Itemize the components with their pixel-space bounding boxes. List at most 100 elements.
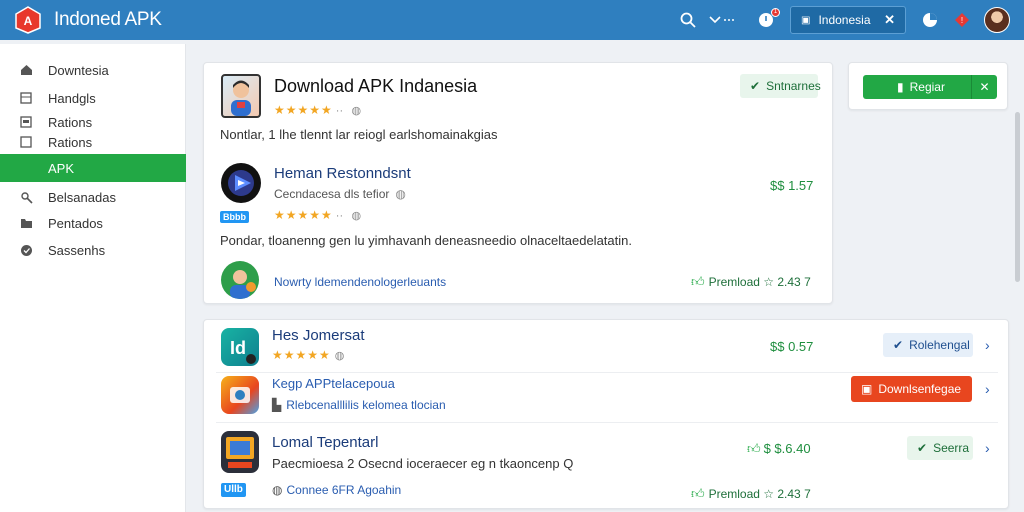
alert-icon[interactable]: ! bbox=[952, 10, 972, 30]
locale-label: Indonesia bbox=[818, 13, 871, 27]
app-price: 👍︎ $ $.6.40 bbox=[747, 441, 811, 456]
app-name[interactable]: Hes Jomersat bbox=[272, 327, 365, 344]
sidebar-item-pentados[interactable]: Pentados bbox=[0, 211, 186, 235]
download-icon: ▣ bbox=[861, 382, 873, 396]
app-list-card: Id Hes Jomersat ★★★★★ ◍ $$ 0.57 ✔ Rolehen… bbox=[203, 319, 1009, 509]
scrollbar[interactable] bbox=[1015, 112, 1020, 282]
folder-icon bbox=[19, 216, 33, 230]
app-icon[interactable]: Id bbox=[221, 328, 259, 366]
download-label: Premload ☆ 2.43 7 bbox=[708, 275, 811, 289]
sidebar-item-label: Pentados bbox=[48, 215, 103, 231]
thumbs-up-icon: 👍︎ bbox=[691, 274, 705, 289]
sidebar-item-label: Belsanadas bbox=[48, 189, 116, 205]
sidebar-item-apk[interactable]: APK bbox=[0, 154, 186, 182]
lock-icon: ▙ bbox=[272, 398, 282, 412]
notification-icon[interactable]: 1 bbox=[756, 8, 780, 30]
register-button[interactable]: ▮ Regiar ✕ bbox=[863, 75, 997, 99]
chevron-right-icon[interactable]: › bbox=[985, 337, 990, 353]
info-icon: ◍ bbox=[351, 210, 363, 222]
close-icon[interactable]: ✕ bbox=[884, 12, 895, 28]
rating-stars: ★★★★★ ·· ◍ bbox=[274, 208, 363, 222]
register-label: Regiar bbox=[909, 80, 945, 94]
app-name[interactable]: Kegp APPtelacepoua bbox=[272, 376, 395, 391]
sidebar-item-label: APK bbox=[48, 160, 75, 176]
sidebar-item-rations-2[interactable]: Rations bbox=[0, 130, 186, 154]
app-icon[interactable] bbox=[221, 163, 261, 203]
sidebar-item-label: Sassenhs bbox=[48, 242, 106, 258]
sidebar-item-handgls[interactable]: Handgls bbox=[0, 86, 186, 110]
app-price: $$ 1.57 bbox=[770, 178, 814, 193]
chevron-right-icon[interactable]: › bbox=[985, 381, 990, 397]
info-icon: ◍ bbox=[334, 350, 346, 362]
recommend-button[interactable]: ✔ Rolehengal bbox=[883, 333, 973, 357]
svg-text:A: A bbox=[24, 14, 33, 28]
thumbs-up-icon: 👍︎ bbox=[691, 486, 705, 501]
rating-stars: ★★★★★ ◍ bbox=[272, 348, 346, 362]
side-panel: ▮ Regiar ✕ bbox=[848, 62, 1008, 110]
check-icon: ✔ bbox=[750, 79, 761, 93]
user-icon: ▮ bbox=[897, 80, 904, 94]
developer-link[interactable]: Nowrty ldemendenologerleuants bbox=[274, 275, 446, 289]
sidebar-item-label: Rations bbox=[48, 114, 93, 130]
sidebar-item-label: Downtesia bbox=[48, 62, 109, 78]
tools-icon bbox=[19, 190, 33, 204]
locale-selector[interactable]: ▣ Indonesia ✕ bbox=[790, 6, 906, 34]
flag-icon: ▣ bbox=[801, 14, 811, 26]
sidebar-item-label: Rations bbox=[48, 134, 93, 150]
app-icon[interactable] bbox=[221, 376, 259, 414]
app-description: Paecmioesa 2 Osecnd ioceraecer eg n tkao… bbox=[272, 456, 574, 471]
thumbs-up-icon: 👍︎ bbox=[747, 441, 761, 456]
divider bbox=[216, 422, 998, 423]
svg-text:Id: Id bbox=[230, 338, 246, 358]
info-icon: ◍ bbox=[351, 105, 363, 117]
developer-link[interactable]: ◍ Connee 6FR Agoahin bbox=[272, 483, 401, 497]
sidebar-item-sassenhs[interactable]: Sassenhs bbox=[0, 238, 186, 262]
featured-description: Nontlar, 1 lhe tlennt lar reiogl earlsho… bbox=[220, 127, 498, 142]
app-subtitle: Cecndacesa dls tefior ◍ bbox=[274, 187, 406, 201]
search-icon[interactable] bbox=[678, 10, 698, 30]
divider bbox=[216, 372, 998, 373]
rating-stars: ★★★★★ ·· ◍ bbox=[274, 103, 363, 117]
apk-icon bbox=[19, 161, 33, 175]
sidebar-item-label: Handgls bbox=[48, 90, 96, 106]
shield-icon bbox=[19, 243, 33, 257]
logo-icon[interactable]: A bbox=[12, 4, 44, 36]
app-description: Pondar, tloanenng gen lu yimhavanh denea… bbox=[220, 233, 632, 248]
header-actions: 1 ▣ Indonesia ✕ ! bbox=[668, 0, 1010, 40]
grid-icon bbox=[19, 91, 33, 105]
check-icon: ✔ bbox=[893, 338, 904, 352]
notification-badge: 1 bbox=[771, 8, 780, 17]
svg-text:!: ! bbox=[961, 16, 963, 25]
app-name[interactable]: Lomal Tepentarl bbox=[272, 434, 378, 451]
featured-app-icon[interactable] bbox=[221, 74, 261, 118]
pie-icon[interactable] bbox=[920, 10, 940, 30]
check-icon: ✔ bbox=[917, 441, 928, 455]
sidebar-item-downtesia[interactable]: Downtesia bbox=[0, 58, 186, 82]
home-icon bbox=[19, 63, 33, 77]
brand-name[interactable]: Indoned APK bbox=[54, 9, 162, 31]
top-bar: A Indoned APK 1 ▣ Indonesia ✕ ! bbox=[0, 0, 1024, 40]
app-tag: Ullb bbox=[221, 483, 246, 497]
box-icon bbox=[19, 115, 33, 129]
app-name[interactable]: Heman Restonndsnt bbox=[274, 165, 411, 182]
search-button[interactable]: ✔ Seerra bbox=[907, 436, 973, 460]
download-button[interactable]: 👍︎ Premload ☆ 2.43 7 bbox=[691, 486, 811, 502]
close-icon[interactable]: ✕ bbox=[971, 75, 997, 99]
sidebar: Downtesia Handgls Rations Rations APK Be… bbox=[0, 44, 186, 512]
page-title: Download APK Indanesia bbox=[274, 76, 478, 96]
info-icon: ◍ bbox=[395, 187, 406, 201]
developer-avatar[interactable] bbox=[221, 261, 259, 299]
featured-card: Download APK Indanesia ★★★★★ ·· ◍ Nontlar… bbox=[203, 62, 833, 304]
app-price: $$ 0.57 bbox=[770, 339, 814, 354]
status-badge[interactable]: ✔ Sntnarnes bbox=[740, 74, 821, 98]
chevron-down-icon[interactable] bbox=[708, 10, 734, 30]
shield-icon: ◍ bbox=[272, 483, 283, 497]
sidebar-item-belsanadas[interactable]: Belsanadas bbox=[0, 185, 186, 209]
box-icon bbox=[19, 135, 33, 149]
chevron-right-icon[interactable]: › bbox=[985, 440, 990, 456]
rating-meta: ·· bbox=[335, 105, 344, 117]
download-button[interactable]: ▣ Downlsenfegae bbox=[851, 376, 972, 402]
download-button[interactable]: 👍︎ Premload ☆ 2.43 7 bbox=[691, 274, 811, 290]
app-icon[interactable] bbox=[221, 431, 259, 473]
avatar[interactable] bbox=[984, 7, 1010, 33]
